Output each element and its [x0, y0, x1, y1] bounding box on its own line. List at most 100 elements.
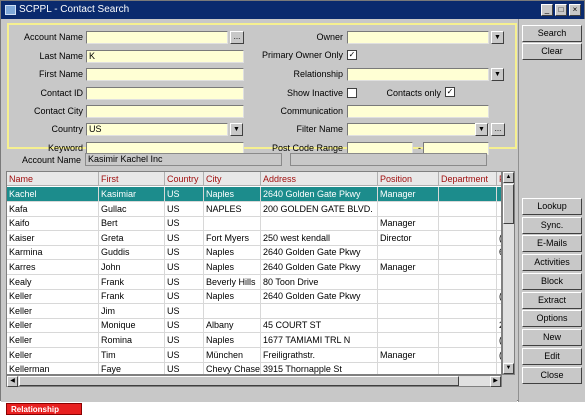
window-title: SCPPL - Contact Search — [19, 4, 130, 15]
cell-department — [439, 216, 497, 232]
cell-first: Gullac — [99, 201, 165, 217]
column-header-address[interactable]: Address — [261, 172, 378, 186]
table-row[interactable]: KellerMoniqueUSAlbany45 COURT ST2 — [7, 318, 501, 334]
filter-name-input[interactable] — [347, 123, 489, 136]
horizontal-scrollbar[interactable]: ◀ ▶ — [6, 375, 502, 387]
table-row[interactable]: Kaifo Bert US Manager — [7, 216, 501, 232]
filter-name-label: Filter Name — [296, 124, 343, 134]
table-row[interactable]: Kafa Gullac US NAPLES 200 GOLDEN GATE BLVD. — [7, 201, 501, 217]
contact-id-input[interactable] — [86, 87, 244, 100]
cell-name: Karres — [7, 260, 99, 275]
filter-name-lookup-button[interactable]: ... — [491, 123, 505, 136]
cell-city — [204, 216, 261, 232]
cell-name: Kafa — [7, 201, 99, 217]
table-row[interactable]: Keller Tim US München Freiligrathstr. Manager… — [7, 347, 501, 363]
activities-button[interactable]: Activities — [522, 254, 582, 271]
options-button[interactable]: Options — [522, 310, 582, 327]
last-name-input[interactable]: K — [86, 50, 244, 63]
column-header-department[interactable]: Department — [439, 172, 497, 186]
contact-city-label: Contact City — [33, 106, 83, 116]
cell-country: US — [165, 289, 204, 305]
cell-address: 2640 Golden Gate Pkwy — [261, 260, 378, 275]
first-name-label: First Name — [38, 69, 83, 79]
emails-button[interactable]: E-Mails — [522, 235, 582, 252]
minimize-button[interactable]: _ — [541, 4, 553, 16]
relationship-input[interactable] — [347, 68, 489, 81]
column-header-city[interactable]: City — [204, 172, 261, 186]
maximize-button[interactable]: □ — [555, 4, 567, 16]
cell-name: Kaiser — [7, 230, 99, 246]
table-row[interactable]: Kellerman Faye US Chevy Chase 3915 Thornappl… — [7, 362, 501, 374]
column-header-name[interactable]: Name — [7, 172, 99, 186]
block-button[interactable]: Block — [522, 273, 582, 290]
column-header-first[interactable]: First — [99, 172, 165, 186]
cell-first: Guddis — [99, 245, 165, 261]
account-name-label: Account Name — [23, 32, 83, 42]
column-header-position[interactable]: Position — [378, 172, 439, 186]
cell-position: Manager — [378, 187, 439, 202]
cell-name: Keller — [7, 333, 99, 348]
column-header-country[interactable]: Country — [165, 172, 204, 186]
table-row[interactable]: Kaiser Greta US Fort Myers 250 west kendall D… — [7, 230, 501, 246]
cell-country: US — [165, 333, 204, 348]
table-row[interactable]: Karmina Guddis US Naples 2640 Golden Gate Pk… — [7, 245, 501, 261]
owner-input[interactable] — [347, 31, 489, 44]
cell-name: Keller — [7, 303, 99, 319]
app-icon — [5, 5, 16, 15]
cell-department — [439, 347, 497, 363]
contacts-only-checkbox[interactable]: ✓ — [445, 87, 455, 97]
cell-position — [378, 274, 439, 290]
primary-owner-only-checkbox[interactable]: ✓ — [347, 50, 357, 60]
cell-position — [378, 201, 439, 217]
close-window-button[interactable]: × — [569, 4, 581, 16]
scroll-down-button[interactable]: ▼ — [503, 363, 514, 374]
cell-country: US — [165, 216, 204, 232]
edit-button[interactable]: Edit — [522, 348, 582, 365]
table-row[interactable]: Kachel Kasimiar US Naples 2640 Golden Gate P… — [7, 187, 501, 202]
table-row[interactable]: Karres John US Naples 2640 Golden Gate Pkwy M… — [7, 260, 501, 275]
lookup-button[interactable]: Lookup — [522, 198, 582, 215]
communication-input[interactable] — [347, 105, 489, 118]
cell-city: Naples — [204, 187, 261, 202]
country-input[interactable]: US — [86, 123, 228, 136]
cell-position — [378, 362, 439, 374]
cell-position: Manager — [378, 216, 439, 232]
cell-first: Greta — [99, 230, 165, 246]
extract-button[interactable]: Extract — [522, 292, 582, 309]
vertical-scroll-thumb[interactable] — [503, 184, 514, 224]
table-row[interactable]: Keller Jim US — [7, 303, 501, 319]
close-button[interactable]: Close — [522, 367, 582, 384]
relationship-dropdown-button[interactable]: ▼ — [491, 68, 504, 81]
show-inactive-checkbox[interactable] — [347, 88, 357, 98]
selected-account-value: Kasimir Kachel Inc — [85, 153, 282, 166]
table-row[interactable]: Kealy Frank US Beverly Hills 80 Toon Drive — [7, 274, 501, 290]
cell-name: Kellerman — [7, 362, 99, 374]
cell-first: John — [99, 260, 165, 275]
relationship-label: Relationship — [293, 69, 343, 79]
account-name-input[interactable] — [86, 31, 228, 44]
cell-country: US — [165, 347, 204, 363]
first-name-input[interactable] — [86, 68, 244, 81]
cell-name: Kealy — [7, 274, 99, 290]
table-row[interactable]: Keller Frank US Naples 2640 Golden Gate Pkwy… — [7, 289, 501, 305]
filter-name-dropdown-button[interactable]: ▼ — [475, 123, 488, 136]
cell-first: Tim — [99, 347, 165, 363]
scroll-up-button[interactable]: ▲ — [503, 172, 514, 183]
new-button[interactable]: New — [522, 329, 582, 346]
cell-city: Fort Myers — [204, 230, 261, 246]
owner-dropdown-button[interactable]: ▼ — [491, 31, 504, 44]
horizontal-scroll-thumb[interactable] — [19, 376, 459, 386]
sync-button[interactable]: Sync. — [522, 217, 582, 234]
clear-button[interactable]: Clear — [522, 43, 582, 60]
scroll-right-button[interactable]: ▶ — [490, 376, 501, 387]
search-button[interactable]: Search — [522, 25, 582, 42]
relationship-status-indicator: Relationship — [6, 403, 82, 415]
cell-address: 45 COURT ST — [261, 318, 378, 334]
scroll-left-button[interactable]: ◀ — [7, 376, 18, 387]
table-row[interactable]: KellerRominaUSNaples1677 TAMIAMI TRL N(: — [7, 333, 501, 348]
cell-department — [439, 274, 497, 290]
cell-name: Keller — [7, 289, 99, 305]
vertical-scrollbar[interactable]: ▲ ▼ — [502, 171, 515, 375]
contact-city-input[interactable] — [86, 105, 244, 118]
cell-country: US — [165, 245, 204, 261]
